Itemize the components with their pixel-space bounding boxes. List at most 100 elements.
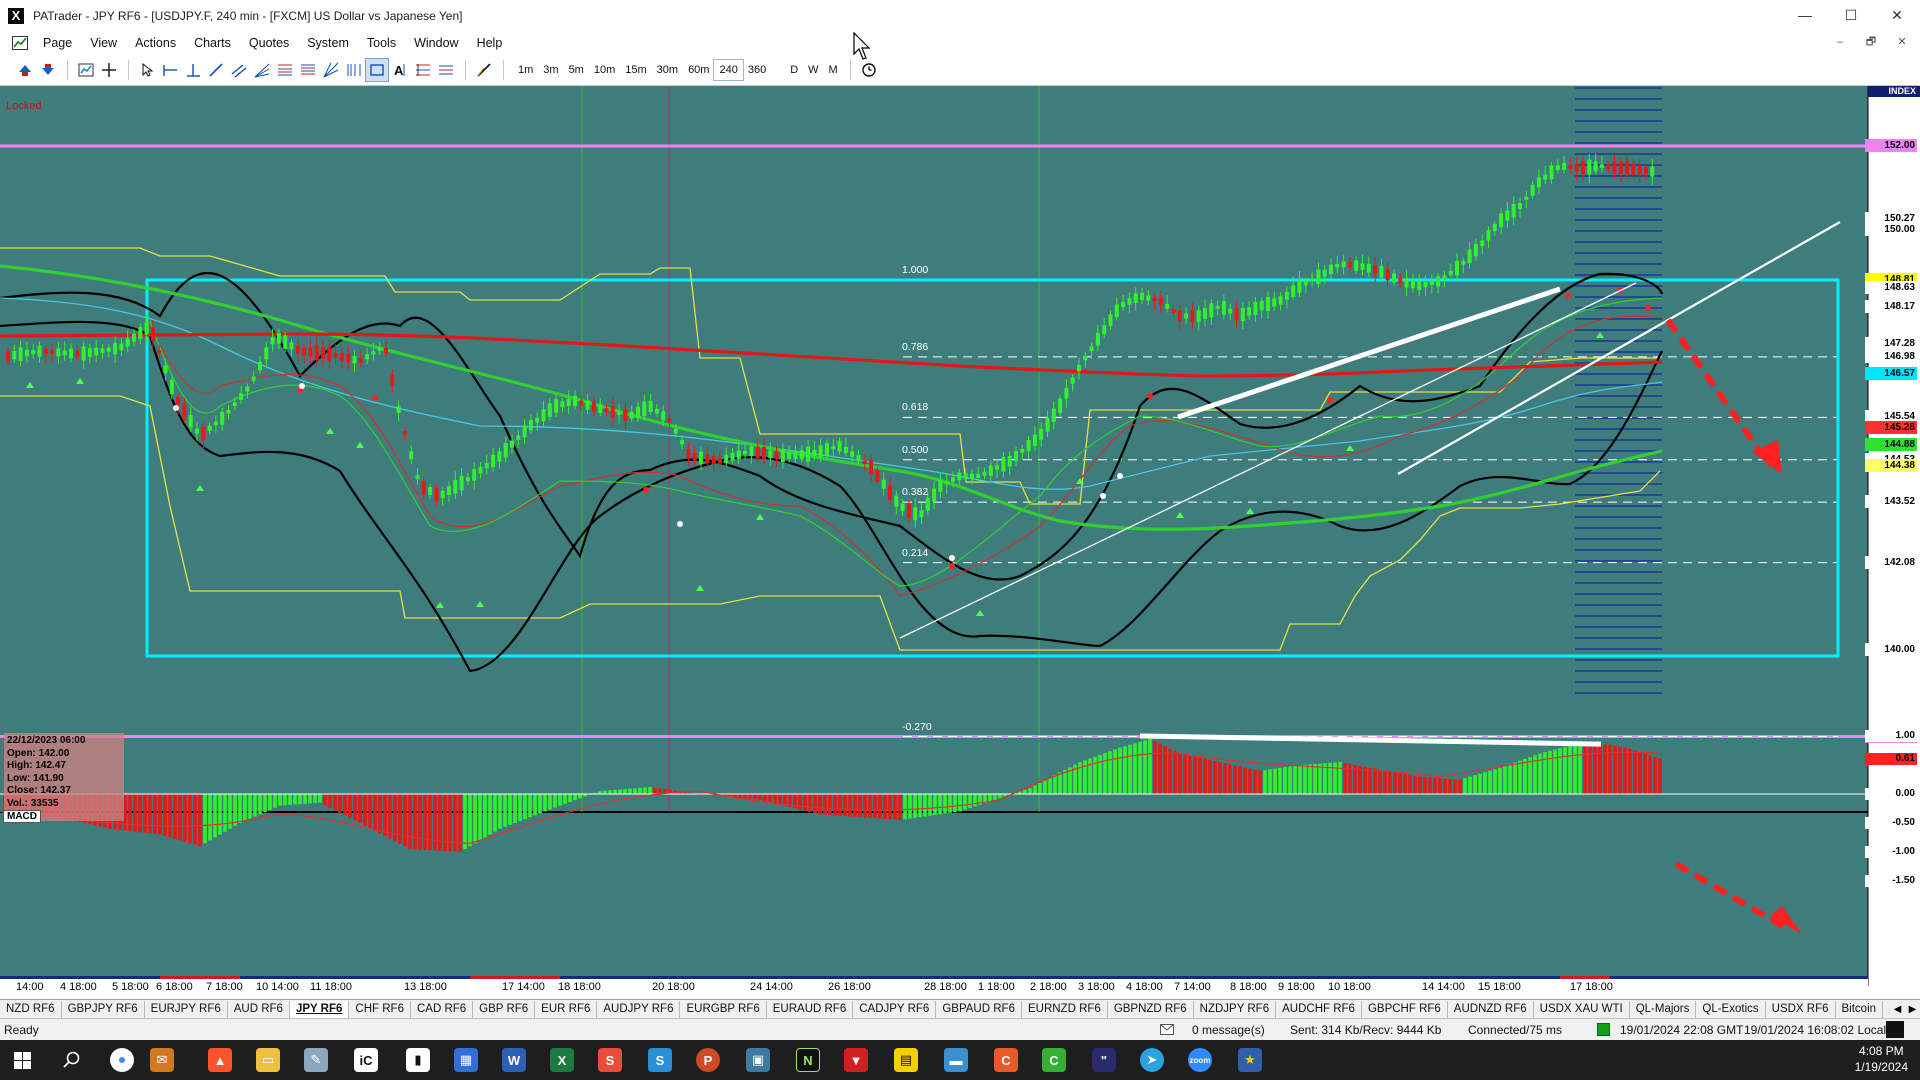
symbol-tab[interactable]: GBP RF6 [473, 1000, 536, 1018]
menu-actions[interactable]: Actions [126, 36, 185, 50]
symbol-tab[interactable]: EURAUD RF6 [767, 1000, 854, 1018]
time-zones-icon[interactable] [343, 59, 365, 81]
menu-system[interactable]: System [298, 36, 358, 50]
mdi-restore-button[interactable]: 🗗 [1857, 34, 1885, 52]
mail-app-icon[interactable]: ✉ [150, 1048, 174, 1072]
pointer-icon[interactable] [136, 59, 158, 81]
timeframe-1m-button[interactable]: 1m [513, 60, 538, 80]
app-c-green-icon[interactable]: C [1042, 1048, 1066, 1072]
app-s-red-icon[interactable]: S [598, 1048, 622, 1072]
clock-icon[interactable] [858, 59, 880, 81]
gann-fan-icon[interactable] [320, 59, 342, 81]
price-chart[interactable] [0, 86, 1920, 986]
symbol-tab[interactable]: Bitcoin [1836, 1000, 1884, 1018]
timeframe-360-button[interactable]: 360 [743, 60, 771, 80]
sell-icon[interactable] [37, 59, 59, 81]
trendline-icon[interactable] [205, 59, 227, 81]
patrader-taskbar-icon[interactable]: ▮ [406, 1048, 430, 1072]
brave-browser-icon[interactable]: ▲ [208, 1048, 232, 1072]
chrome-icon[interactable] [110, 1048, 134, 1072]
timeframe-3m-button[interactable]: 3m [538, 60, 563, 80]
fibonacci-extension-icon[interactable] [297, 59, 319, 81]
ninjatrader-icon[interactable]: N [796, 1048, 820, 1072]
horizontal-line-icon[interactable] [159, 59, 181, 81]
timeframe-60m-button[interactable]: 60m [683, 60, 714, 80]
menu-window[interactable]: Window [405, 36, 467, 50]
zoom-icon[interactable]: zoom [1188, 1048, 1212, 1072]
rectangle-tool-icon[interactable] [365, 58, 389, 82]
powerpoint-icon[interactable]: P [696, 1048, 720, 1072]
text-tool-icon[interactable]: A [389, 59, 411, 81]
symbol-tab[interactable]: CHF RF6 [349, 1000, 411, 1018]
symbol-tab[interactable]: AUDNZD RF6 [1448, 1000, 1534, 1018]
notepad-icon[interactable]: ✎ [304, 1048, 328, 1072]
fibonacci-fan-icon[interactable] [251, 59, 273, 81]
file-explorer-icon[interactable]: ▭ [256, 1048, 280, 1072]
new-chart-icon[interactable] [75, 59, 97, 81]
chart-menu-icon[interactable] [12, 36, 28, 50]
symbol-tab[interactable]: EURNZD RF6 [1022, 1000, 1108, 1018]
close-button[interactable]: ✕ [1874, 0, 1920, 31]
maximize-button[interactable]: ☐ [1828, 0, 1874, 31]
timeframe-W-button[interactable]: W [803, 60, 823, 80]
timeframe-D-button[interactable]: D [785, 60, 803, 80]
taskbar-clock[interactable]: 4:08 PM 1/19/2024 [1855, 1043, 1908, 1075]
app-c-orange-icon[interactable]: C [994, 1048, 1018, 1072]
symbol-tab[interactable]: AUD RF6 [228, 1000, 290, 1018]
symbol-tab[interactable]: AUDCHF RF6 [1276, 1000, 1362, 1018]
chart-area[interactable]: Locked INDEX 1.000 0.786 0.618 0.500 0.382 0.… [0, 86, 1920, 993]
excel-icon[interactable]: X [550, 1048, 574, 1072]
symbol-tab[interactable]: GBPAUD RF6 [936, 1000, 1022, 1018]
buy-icon[interactable] [14, 59, 36, 81]
timeframe-15m-button[interactable]: 15m [620, 60, 651, 80]
symbol-tab[interactable]: JPY RF6 [289, 1000, 350, 1018]
channel-icon[interactable] [228, 59, 250, 81]
minimize-button[interactable]: — [1782, 0, 1828, 31]
symbol-tab[interactable]: GBPJPY RF6 [62, 1000, 145, 1018]
symbol-tab[interactable]: USDX RF6 [1766, 1000, 1836, 1018]
symbol-tab[interactable]: NZDJPY RF6 [1194, 1000, 1277, 1018]
tab-scroll-right-icon[interactable]: ▶ [1909, 1004, 1917, 1015]
remote-desktop-icon[interactable]: ▬ [944, 1048, 968, 1072]
menu-quotes[interactable]: Quotes [240, 36, 298, 50]
menu-view[interactable]: View [81, 36, 126, 50]
menu-page[interactable]: Page [34, 36, 81, 50]
scale-toggle-icon[interactable] [1886, 1021, 1904, 1038]
symbol-tab[interactable]: AUDJPY RF6 [597, 1000, 681, 1018]
mdi-close-button[interactable]: ✕ [1888, 34, 1916, 52]
search-icon[interactable] [63, 1051, 81, 1069]
timeframe-30m-button[interactable]: 30m [652, 60, 683, 80]
favorites-star-icon[interactable]: ★ [1238, 1048, 1262, 1072]
menu-tools[interactable]: Tools [358, 36, 405, 50]
fibonacci-retracement-icon[interactable] [274, 59, 296, 81]
timeframe-M-button[interactable]: M [824, 60, 843, 80]
image-viewer-icon[interactable]: ▣ [746, 1048, 770, 1072]
timeframe-10m-button[interactable]: 10m [589, 60, 620, 80]
app-quote-icon[interactable]: " [1092, 1048, 1116, 1072]
timeframe-240-button[interactable]: 240 [713, 59, 744, 81]
macd-indicator-label[interactable]: MACD [3, 810, 41, 823]
message-envelope-icon[interactable] [1160, 1024, 1174, 1035]
skype-icon[interactable]: S [648, 1048, 672, 1072]
symbol-tab[interactable]: NZD RF6 [0, 1000, 62, 1018]
telegram-icon[interactable]: ➤ [1140, 1048, 1164, 1072]
windows-start-icon[interactable] [14, 1052, 31, 1069]
menu-help[interactable]: Help [468, 36, 512, 50]
vertical-line-icon[interactable] [182, 59, 204, 81]
tab-scroll-left-icon[interactable]: ◀ [1894, 1004, 1902, 1015]
timeframe-5m-button[interactable]: 5m [564, 60, 589, 80]
symbol-tab[interactable]: CAD RF6 [411, 1000, 474, 1018]
symbol-tab[interactable]: USDX XAU WTI [1534, 1000, 1630, 1018]
symbol-tab[interactable]: QL-Majors [1630, 1000, 1697, 1018]
mdi-minimize-button[interactable]: – [1826, 34, 1854, 52]
symbol-tab[interactable]: CADJPY RF6 [853, 1000, 937, 1018]
symbol-tab[interactable]: EURJPY RF6 [145, 1000, 228, 1018]
sticky-notes-icon[interactable]: ▤ [894, 1048, 918, 1072]
symbol-tab[interactable]: EURGBP RF6 [680, 1000, 767, 1018]
regression-channel-icon[interactable] [435, 59, 457, 81]
word-icon[interactable]: W [502, 1048, 526, 1072]
symbol-tab[interactable]: GBPNZD RF6 [1108, 1000, 1194, 1018]
investing-app-icon[interactable]: iC [354, 1048, 378, 1072]
draw-pencil-icon[interactable] [473, 59, 495, 81]
menu-charts[interactable]: Charts [185, 36, 240, 50]
